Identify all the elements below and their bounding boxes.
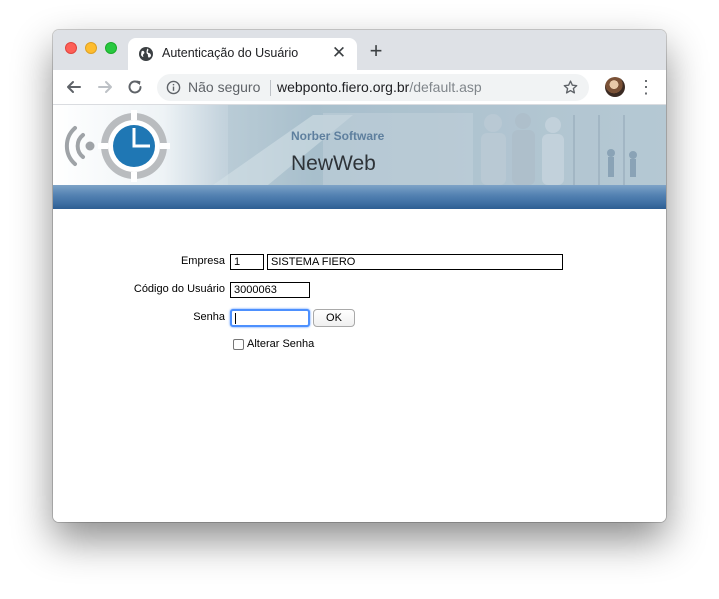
back-arrow-icon[interactable] xyxy=(64,77,84,97)
empresa-name-input[interactable]: SISTEMA FIERO xyxy=(267,254,563,270)
ok-button[interactable]: OK xyxy=(313,309,355,327)
close-tab-icon[interactable]: ✕ xyxy=(329,43,349,63)
alterar-senha-label[interactable]: Alterar Senha xyxy=(247,338,314,350)
codigo-usuario-label: Código do Usuário xyxy=(133,283,225,295)
reload-icon[interactable] xyxy=(125,77,145,97)
close-window-button[interactable] xyxy=(65,42,77,54)
empresa-label: Empresa xyxy=(180,255,225,267)
star-icon[interactable] xyxy=(562,79,579,96)
profile-avatar[interactable] xyxy=(605,77,625,97)
new-tab-button[interactable]: + xyxy=(365,40,387,62)
alterar-senha-checkbox[interactable] xyxy=(233,339,244,350)
menu-icon[interactable]: ⋮ xyxy=(637,77,655,97)
maximize-window-button[interactable] xyxy=(105,42,117,54)
security-status[interactable]: Não seguro xyxy=(188,79,260,95)
company-name: Norber Software xyxy=(291,129,385,143)
address-bar[interactable]: Não seguro webponto.fiero.org.br/default… xyxy=(157,74,589,101)
browser-toolbar: Não seguro webponto.fiero.org.br/default… xyxy=(53,70,666,105)
codigo-usuario-input[interactable]: 3000063 xyxy=(230,282,310,298)
header-bar xyxy=(53,185,666,209)
browser-tab[interactable]: Autenticação do Usuário ✕ xyxy=(128,38,357,70)
senha-label: Senha xyxy=(193,311,225,323)
norber-logo xyxy=(64,110,170,182)
text-caret xyxy=(235,313,236,324)
empresa-code-input[interactable]: 1 xyxy=(230,254,264,270)
url-host: webponto.fiero.org.br xyxy=(277,79,410,95)
address-separator xyxy=(270,80,271,96)
url-text[interactable]: webponto.fiero.org.br/default.asp xyxy=(277,79,482,95)
tab-title: Autenticação do Usuário xyxy=(162,46,299,60)
tab-bar: Autenticação do Usuário ✕ + xyxy=(53,30,666,70)
page-content: Norber Software NewWeb Empresa 1 SISTEMA… xyxy=(53,105,666,522)
info-icon[interactable] xyxy=(166,80,181,95)
product-name: NewWeb xyxy=(291,152,376,175)
header-banner: Norber Software NewWeb xyxy=(53,105,666,185)
minimize-window-button[interactable] xyxy=(85,42,97,54)
globe-icon xyxy=(139,47,153,61)
url-path: /default.asp xyxy=(409,79,482,95)
forward-arrow-icon[interactable] xyxy=(95,77,115,97)
browser-window: Autenticação do Usuário ✕ + Não seguro w… xyxy=(53,30,666,522)
senha-input[interactable] xyxy=(230,309,310,327)
